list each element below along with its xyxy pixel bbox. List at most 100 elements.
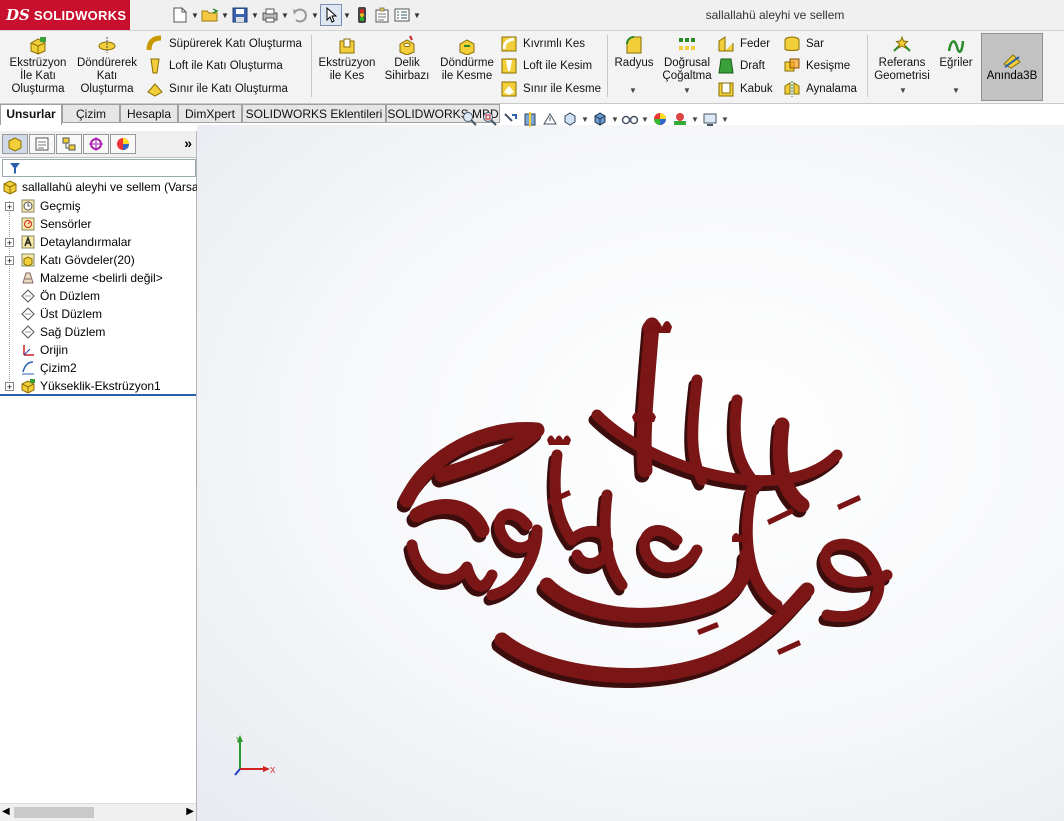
- expand-toggle-icon[interactable]: +: [5, 237, 14, 247]
- open-dropdown[interactable]: ▼: [220, 5, 230, 25]
- extrude-cut-button[interactable]: Ekstrüzyon ile Kes: [316, 35, 378, 83]
- open-icon[interactable]: [200, 5, 220, 25]
- select-icon[interactable]: [320, 4, 342, 26]
- zoom-to-area-icon[interactable]: [480, 109, 500, 129]
- stroke-mim-top: [399, 421, 545, 508]
- wrap-button[interactable]: Sar: [783, 34, 824, 54]
- undo-icon[interactable]: [290, 5, 310, 25]
- shell-button[interactable]: Kabuk: [717, 79, 773, 99]
- apply-scene-dropdown[interactable]: ▼: [690, 115, 700, 124]
- calligraphy-model[interactable]: [397, 305, 905, 697]
- fillet-icon: [626, 36, 642, 54]
- property-manager-tab-icon[interactable]: [29, 134, 55, 154]
- dimxpert-manager-tab-icon[interactable]: [83, 134, 109, 154]
- zoom-to-fit-icon[interactable]: [460, 109, 480, 129]
- instant3d-button[interactable]: Anında3B: [981, 33, 1043, 101]
- shell-label: Kabuk: [740, 83, 773, 95]
- expand-toggle-icon[interactable]: +: [5, 381, 14, 391]
- display-manager-tab-icon[interactable]: [110, 134, 136, 154]
- print-icon[interactable]: [260, 5, 280, 25]
- tree-item-annotations[interactable]: + Detaylandırmalar: [0, 233, 196, 251]
- more-tabs-chevron-icon[interactable]: »: [184, 135, 192, 151]
- mirror-button[interactable]: Aynalama: [783, 79, 857, 99]
- tree-item-sensor[interactable]: Sensörler: [0, 215, 196, 233]
- new-icon[interactable]: [170, 5, 190, 25]
- loft-boss-button[interactable]: Loft ile Katı Oluşturma: [146, 56, 283, 76]
- curves-button[interactable]: Eğriler: [935, 35, 977, 70]
- linear-pattern-button[interactable]: Doğrusal Çoğaltma: [659, 35, 715, 83]
- linear-pattern-dropdown[interactable]: ▼: [683, 86, 691, 95]
- display-style-icon[interactable]: [590, 109, 610, 129]
- tree-item-plane[interactable]: Sağ Düzlem: [0, 323, 196, 341]
- tree-item-material[interactable]: Malzeme <belirli değil>: [0, 269, 196, 287]
- reference-geometry-button[interactable]: Referans Geometrisi: [871, 35, 933, 83]
- feature-tree-filter[interactable]: [2, 159, 196, 177]
- quick-access-toolbar: ▼ ▼ ▼ ▼ ▼ ▼ ▼: [170, 4, 422, 26]
- dynamic-annotation-icon[interactable]: [540, 109, 560, 129]
- extrude-boss-button[interactable]: Ekstrüzyon İle Katı Oluşturma: [6, 35, 70, 96]
- expand-toggle-icon[interactable]: +: [5, 255, 14, 265]
- tree-item-sketch[interactable]: Çizim2: [0, 359, 196, 377]
- scroll-right-icon[interactable]: ▶: [186, 806, 194, 817]
- revolve-cut-button[interactable]: Döndürme ile Kesme: [437, 35, 497, 83]
- loft-cut-button[interactable]: Loft ile Kesim: [500, 56, 592, 76]
- revolve-boss-button[interactable]: Döndürerek Katı Oluşturma: [74, 35, 140, 96]
- options-icon[interactable]: [392, 5, 412, 25]
- expand-toggle-icon[interactable]: +: [5, 201, 14, 211]
- view-orientation-dropdown[interactable]: ▼: [580, 115, 590, 124]
- tree-item-origin[interactable]: Orijin: [0, 341, 196, 359]
- tab-features[interactable]: Unsurlar: [0, 104, 62, 125]
- reference-geometry-dropdown[interactable]: ▼: [899, 86, 907, 95]
- save-dropdown[interactable]: ▼: [250, 5, 260, 25]
- tree-root-part[interactable]: sallallahü aleyhi ve sellem (Varsa: [0, 178, 199, 196]
- scroll-thumb[interactable]: [14, 807, 94, 818]
- feature-tree-tab-icon[interactable]: [2, 134, 28, 154]
- previous-view-icon[interactable]: [500, 109, 520, 129]
- scroll-left-icon[interactable]: ◀: [2, 806, 10, 817]
- solidworks-logo[interactable]: DS SOLIDWORKS: [0, 0, 130, 30]
- hide-show-dropdown[interactable]: ▼: [640, 115, 650, 124]
- tab-sketch[interactable]: Çizim: [62, 104, 120, 123]
- intersect-button[interactable]: Kesişme: [783, 56, 850, 76]
- rebuild-icon[interactable]: [352, 5, 372, 25]
- tree-item-solid-bodies[interactable]: + Katı Gövdeler(20): [0, 251, 196, 269]
- rib-button[interactable]: Feder: [717, 34, 770, 54]
- tree-item-plane[interactable]: Üst Düzlem: [0, 305, 196, 323]
- tree-item-extrude-feature[interactable]: + Yükseklik-Ekstrüzyon1: [0, 377, 196, 395]
- tab-evaluate[interactable]: Hesapla: [120, 104, 178, 123]
- apply-scene-icon[interactable]: [670, 109, 690, 129]
- tree-item-history[interactable]: + Geçmiş: [0, 197, 196, 215]
- undo-dropdown[interactable]: ▼: [310, 5, 320, 25]
- boundary-boss-label: Sınır ile Katı Oluşturma: [169, 83, 288, 95]
- display-style-dropdown[interactable]: ▼: [610, 115, 620, 124]
- swept-boss-button[interactable]: Süpürerek Katı Oluşturma: [146, 34, 302, 54]
- draft-button[interactable]: Draft: [717, 56, 765, 76]
- options-dropdown[interactable]: ▼: [412, 5, 422, 25]
- tab-dimxpert[interactable]: DimXpert: [178, 104, 242, 123]
- file-properties-icon[interactable]: [372, 5, 392, 25]
- save-icon[interactable]: [230, 5, 250, 25]
- section-view-icon[interactable]: [520, 109, 540, 129]
- stroke-lam-3: [729, 394, 763, 491]
- print-dropdown[interactable]: ▼: [280, 5, 290, 25]
- tree-item-plane[interactable]: Ön Düzlem: [0, 287, 196, 305]
- triad-x-label: X: [270, 766, 276, 775]
- view-settings-icon[interactable]: [700, 109, 720, 129]
- curves-dropdown[interactable]: ▼: [952, 86, 960, 95]
- tab-solidworks-addins[interactable]: SOLIDWORKS Eklentileri: [242, 104, 386, 123]
- configuration-manager-tab-icon[interactable]: [56, 134, 82, 154]
- view-settings-dropdown[interactable]: ▼: [720, 115, 730, 124]
- swept-cut-button[interactable]: Kıvrımlı Kes: [500, 34, 585, 54]
- view-orientation-icon[interactable]: [560, 109, 580, 129]
- fillet-dropdown[interactable]: ▼: [629, 86, 637, 95]
- part-icon: [3, 180, 17, 195]
- new-dropdown[interactable]: ▼: [190, 5, 200, 25]
- feature-tree-horizontal-scrollbar[interactable]: ◀ ▶: [0, 803, 196, 821]
- edit-appearance-icon[interactable]: [650, 109, 670, 129]
- fillet-button[interactable]: Radyus: [612, 35, 656, 70]
- select-dropdown[interactable]: ▼: [342, 5, 352, 25]
- boundary-cut-button[interactable]: Sınır ile Kesme: [500, 79, 601, 99]
- hide-show-items-icon[interactable]: [620, 109, 640, 129]
- boundary-boss-button[interactable]: Sınır ile Katı Oluşturma: [146, 79, 288, 99]
- hole-wizard-button[interactable]: Delik Sihirbazı: [383, 35, 431, 83]
